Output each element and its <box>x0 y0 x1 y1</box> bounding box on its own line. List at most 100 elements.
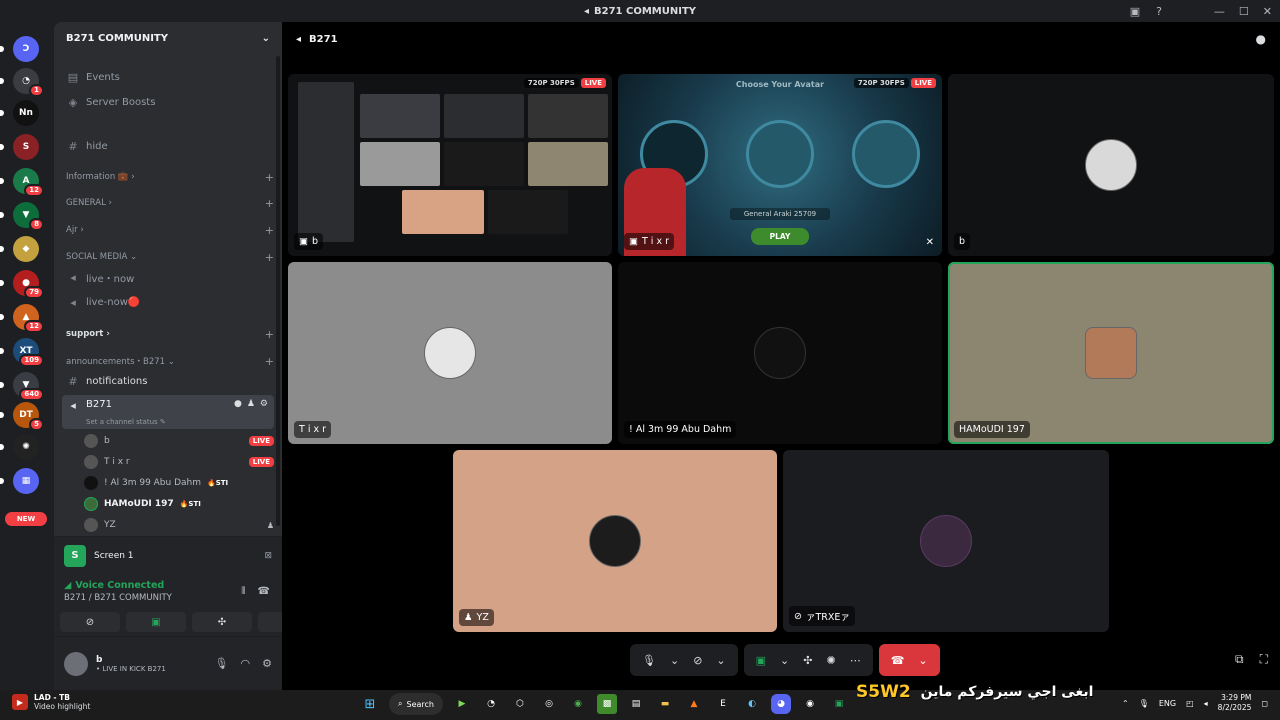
sidebar-item-events[interactable]: ▤ Events <box>62 66 274 88</box>
screen-share-panel[interactable]: S Screen 1 ⊠ <box>54 536 282 574</box>
channel-live-now-2[interactable]: ◂ live-now🔴 <box>62 291 274 313</box>
participant-tile[interactable]: ⊘ ァTRXEァ <box>783 450 1109 632</box>
sidebar-item-boosts[interactable]: ◈ Server Boosts <box>62 91 274 113</box>
channel-notifications[interactable]: # notifications <box>62 370 274 392</box>
category-social-media[interactable]: SOCIAL MEDIA ⌄ + <box>66 250 274 264</box>
server-icon[interactable]: ▼ 640 <box>13 372 44 401</box>
steam-icon[interactable]: ◐ <box>742 694 762 714</box>
server-icon[interactable]: DT 5 <box>13 402 44 431</box>
stream-tile[interactable]: Choose Your Avatar General Araki 25709 P… <box>618 74 942 256</box>
camera-off-icon[interactable]: ⊘ <box>693 654 702 667</box>
camera-off-button[interactable]: ⊘ <box>60 612 120 632</box>
activities-button[interactable]: ✣ <box>192 612 252 632</box>
app-icon[interactable]: ▲ <box>684 694 704 714</box>
discord-icon[interactable]: ◕ <box>771 694 791 714</box>
add-channel-icon[interactable]: + <box>265 355 274 368</box>
participant-tile[interactable]: ♟ YZ <box>453 450 777 632</box>
voice-user[interactable]: ! Al 3m 99 Abu Dahm 🔥STI <box>84 473 274 493</box>
popout-icon[interactable]: ⧉ <box>1235 652 1244 667</box>
disconnect-button[interactable]: ☎ ⌄ <box>878 644 940 676</box>
headphones-icon[interactable]: ◠ <box>241 657 251 670</box>
server-icon[interactable]: ▼ 8 <box>13 202 44 231</box>
speedtest-icon[interactable]: ◔ <box>481 694 501 714</box>
server-icon[interactable]: ✺ <box>13 434 39 460</box>
add-channel-icon[interactable]: + <box>265 224 274 237</box>
gear-icon[interactable]: ⚙ <box>262 657 272 670</box>
avatar[interactable] <box>64 651 88 676</box>
sidebar-scrollbar[interactable] <box>276 56 280 526</box>
category-ajr[interactable]: Ajr › + <box>66 223 274 237</box>
inbox-icon[interactable]: ▣ <box>1130 5 1140 18</box>
server-icon[interactable]: S <box>13 134 39 160</box>
participant-tile[interactable]: T i x r <box>288 262 612 444</box>
add-channel-icon[interactable]: + <box>265 328 274 341</box>
microphone-icon[interactable]: 🎙 <box>215 657 229 670</box>
language-indicator[interactable]: ENG <box>1159 699 1176 708</box>
server-icon[interactable]: XT 109 <box>13 338 44 367</box>
screen-share-button[interactable]: ▣ <box>126 612 186 632</box>
participant-tile[interactable]: ! Al 3m 99 Abu Dahm <box>618 262 942 444</box>
voice-user[interactable]: YZ ♟ <box>84 515 274 535</box>
add-channel-icon[interactable]: + <box>265 197 274 210</box>
server-icon[interactable]: ◆ <box>13 236 39 262</box>
obs-icon[interactable]: ◎ <box>539 694 559 714</box>
channel-live-now[interactable]: ◂ live・now <box>62 266 274 288</box>
close-button[interactable]: ✕ <box>1263 5 1272 18</box>
clock[interactable]: 3:29 PM 8/2/2025 <box>1218 693 1252 713</box>
server-icon[interactable]: ▲ 12 <box>13 304 44 333</box>
participant-tile[interactable]: HAMoUDI 197 <box>948 262 1274 444</box>
soundboard-icon[interactable]: ✺ <box>826 654 835 667</box>
fullscreen-icon[interactable]: ⛶ <box>1260 652 1268 667</box>
add-member-icon[interactable]: ♟ <box>247 399 255 409</box>
taskbar-search[interactable]: ⌕ Search <box>389 693 443 715</box>
noise-suppression-icon[interactable]: ⦀ <box>241 586 245 597</box>
disconnect-icon[interactable]: ☎ <box>258 586 270 597</box>
chat-bubble-icon[interactable]: ● <box>1256 32 1266 46</box>
app-icon[interactable]: ⬡ <box>510 694 530 714</box>
category-announcements[interactable]: announcements・B271 ⌄ + <box>66 354 274 368</box>
chrome-icon[interactable]: ◉ <box>800 694 820 714</box>
server-icon[interactable]: ▦ <box>13 468 39 494</box>
chevron-down-icon[interactable]: ⌄ <box>918 654 927 667</box>
chat-icon[interactable]: ● <box>234 399 242 409</box>
chevron-up-icon[interactable]: ⌃ <box>1122 699 1129 708</box>
more-icon[interactable]: ⋯ <box>850 654 861 667</box>
server-icon[interactable]: Nn <box>13 100 39 126</box>
microphone-icon[interactable]: 🎙 <box>1139 699 1149 708</box>
category-support[interactable]: support › + <box>66 327 274 341</box>
maximize-button[interactable]: ☐ <box>1239 5 1249 18</box>
help-icon[interactable]: ? <box>1156 5 1162 18</box>
app-icon[interactable]: ▣ <box>829 694 849 714</box>
server-icon[interactable]: ● 79 <box>13 270 44 299</box>
chevron-down-icon[interactable]: ⌄ <box>780 654 789 667</box>
stream-tile[interactable]: 720P 30FPS LIVE ▣ b <box>288 74 612 256</box>
chevron-down-icon[interactable]: ⌄ <box>716 654 725 667</box>
activities-icon[interactable]: ✣ <box>803 654 812 667</box>
folder-icon[interactable]: ▬ <box>655 694 675 714</box>
channel-hide[interactable]: # hide <box>62 135 274 157</box>
add-channel-icon[interactable]: + <box>265 251 274 264</box>
epic-icon[interactable]: E <box>713 694 733 714</box>
chrome-icon[interactable]: ◉ <box>568 694 588 714</box>
volume-icon[interactable]: ◂ <box>1204 699 1208 708</box>
chevron-down-icon[interactable]: ⌄ <box>670 654 679 667</box>
screen-share-icon[interactable]: ▣ <box>756 654 766 667</box>
microphone-icon[interactable]: 🎙 <box>642 654 656 667</box>
voice-user[interactable]: b LIVE <box>84 431 274 451</box>
voice-user[interactable]: T i x r LIVE <box>84 452 274 472</box>
participant-tile[interactable]: b <box>948 74 1274 256</box>
server-icon[interactable]: A 12 <box>13 168 44 197</box>
add-channel-icon[interactable]: + <box>265 171 274 184</box>
voice-user[interactable]: HAMoUDI 197 🔥STI <box>84 494 274 514</box>
stop-stream-icon[interactable]: ⊠ <box>264 551 272 561</box>
store-icon[interactable]: ▤ <box>626 694 646 714</box>
notification-icon[interactable]: ◻ <box>1261 699 1268 708</box>
gear-icon[interactable]: ⚙ <box>260 399 268 409</box>
windows-start-icon[interactable]: ⊞ <box>360 694 380 714</box>
new-unreads-pill[interactable]: NEW <box>5 512 47 526</box>
server-icon[interactable]: Ↄ <box>13 36 39 62</box>
app-icon[interactable]: ▶ <box>452 694 472 714</box>
channel-status[interactable]: Set a channel status ✎ <box>86 418 166 426</box>
server-icon[interactable]: ◔ 1 <box>13 68 44 97</box>
network-icon[interactable]: ◰ <box>1186 699 1194 708</box>
